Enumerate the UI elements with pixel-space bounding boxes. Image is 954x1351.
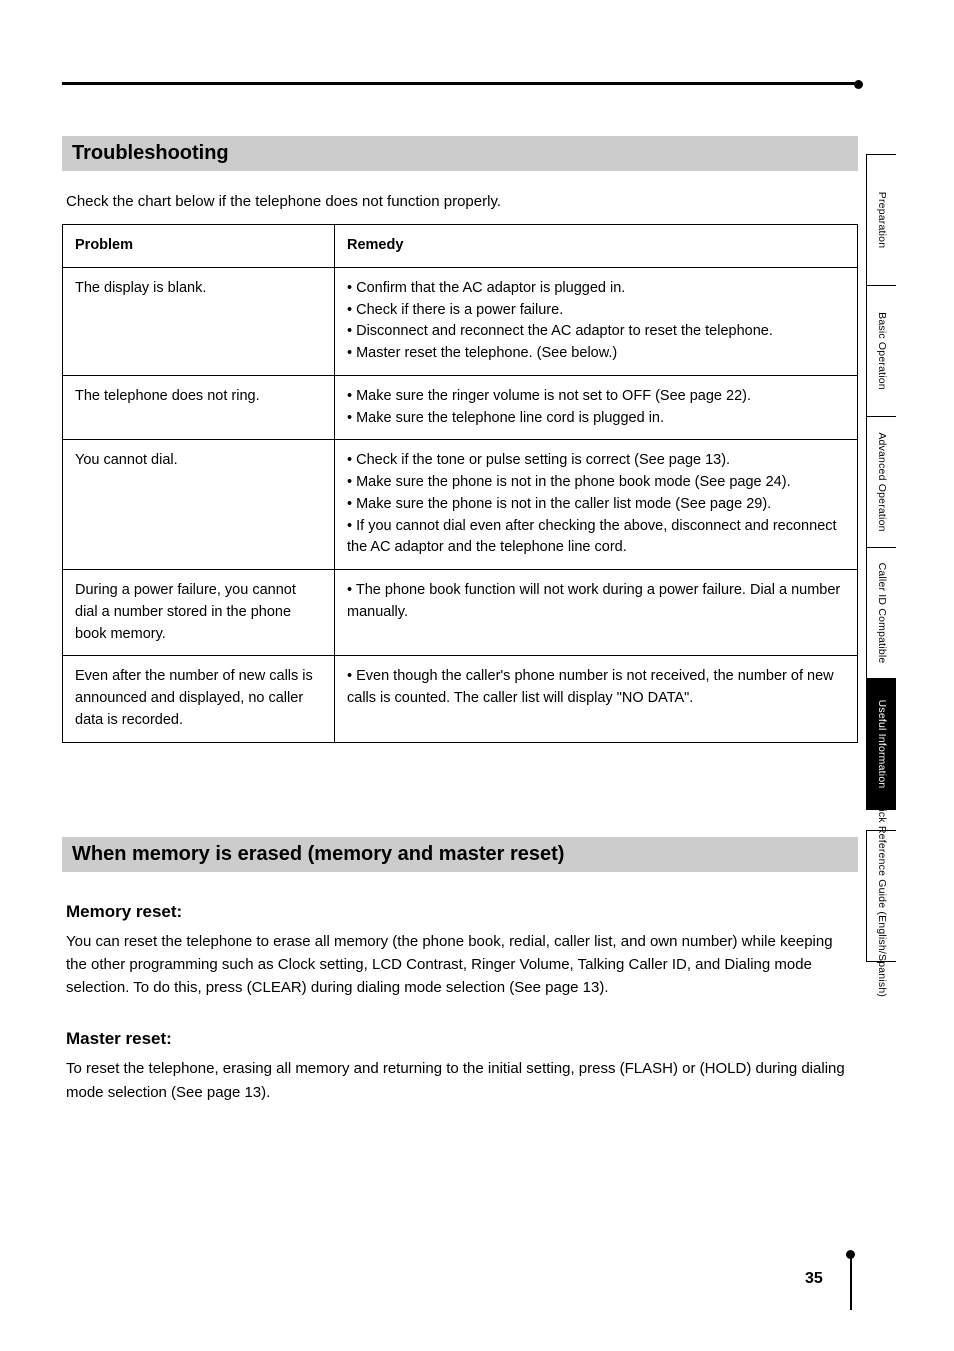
troubleshooting-table: Problem Remedy The display is blank. • Co… xyxy=(62,224,858,743)
header-rule xyxy=(62,78,858,92)
table-row: The display is blank. • Confirm that the … xyxy=(63,267,858,375)
section-title-reset: When memory is erased (memory and master… xyxy=(62,837,858,872)
reset-type-text: To reset the telephone, erasing all memo… xyxy=(66,1057,854,1104)
table-body: The display is blank. • Confirm that the … xyxy=(63,267,858,742)
remedy-cell: • Even though the caller's phone number … xyxy=(335,656,858,742)
remedy-line: • Check if there is a power failure. xyxy=(347,300,845,322)
table-header-remedy: Remedy xyxy=(335,225,858,268)
reset-type-title: Memory reset: xyxy=(66,902,854,922)
side-tab-label: Quick Reference Guide (English/Spanish) xyxy=(876,795,888,997)
remedy-cell: • Confirm that the AC adaptor is plugged… xyxy=(335,267,858,375)
table-row: Even after the number of new calls is an… xyxy=(63,656,858,742)
remedy-cell: • Check if the tone or pulse setting is … xyxy=(335,440,858,570)
table-header-row: Problem Remedy xyxy=(63,225,858,268)
reset-type-text: You can reset the telephone to erase all… xyxy=(66,930,854,1000)
remedy-line: • Disconnect and reconnect the AC adapto… xyxy=(347,321,845,343)
side-tab[interactable]: Quick Reference Guide (English/Spanish) xyxy=(866,830,896,962)
problem-cell: The display is blank. xyxy=(63,267,335,375)
remedy-line: • Make sure the telephone line cord is p… xyxy=(347,408,845,430)
header-rule-dot xyxy=(854,80,863,89)
page-number: 35 xyxy=(805,1270,823,1288)
remedy-line: • Make sure the ringer volume is not set… xyxy=(347,386,845,408)
remedy-line: • Check if the tone or pulse setting is … xyxy=(347,450,845,472)
remedy-line: • The phone book function will not work … xyxy=(347,580,845,624)
reset-types: Memory reset: You can reset the telephone… xyxy=(62,902,858,1104)
table-row: The telephone does not ring. • Make sure … xyxy=(63,375,858,440)
lead-text: Check the chart below if the telephone d… xyxy=(66,191,854,212)
side-tab[interactable]: Useful Information xyxy=(866,678,896,810)
remedy-line: • Even though the caller's phone number … xyxy=(347,666,845,710)
side-tab[interactable]: Caller ID Compatible xyxy=(866,547,896,679)
remedy-line: • If you cannot dial even after checking… xyxy=(347,516,845,560)
footer-stem xyxy=(850,1254,852,1310)
problem-cell: The telephone does not ring. xyxy=(63,375,335,440)
side-tab-label: Caller ID Compatible xyxy=(876,563,888,664)
side-tab-label: Basic Operation xyxy=(876,312,888,390)
section-title-troubleshooting: Troubleshooting xyxy=(62,136,858,171)
reset-type-title: Master reset: xyxy=(66,1029,854,1049)
table-row: During a power failure, you cannot dial … xyxy=(63,570,858,656)
remedy-line: • Make sure the phone is not in the call… xyxy=(347,494,845,516)
side-tab-label: Advanced Operation xyxy=(876,432,888,531)
side-tabs: Preparation Basic Operation Advanced Opera… xyxy=(866,154,896,962)
remedy-line: • Make sure the phone is not in the phon… xyxy=(347,472,845,494)
problem-cell: Even after the number of new calls is an… xyxy=(63,656,335,742)
problem-cell: During a power failure, you cannot dial … xyxy=(63,570,335,656)
side-tab-label: Preparation xyxy=(876,192,888,248)
side-tab[interactable]: Advanced Operation xyxy=(866,416,896,548)
table-row: You cannot dial. • Check if the tone or p… xyxy=(63,440,858,570)
page-content: Troubleshooting Check the chart below if… xyxy=(62,78,858,1104)
remedy-cell: • Make sure the ringer volume is not set… xyxy=(335,375,858,440)
reset-section: When memory is erased (memory and master… xyxy=(62,837,858,1104)
side-tab[interactable]: Preparation xyxy=(866,154,896,286)
table-header-problem: Problem xyxy=(63,225,335,268)
remedy-line: • Confirm that the AC adaptor is plugged… xyxy=(347,278,845,300)
side-tab[interactable]: Basic Operation xyxy=(866,285,896,417)
problem-cell: You cannot dial. xyxy=(63,440,335,570)
remedy-line: • Master reset the telephone. (See below… xyxy=(347,343,845,365)
header-rule-bar xyxy=(62,82,858,85)
side-tab-label: Useful Information xyxy=(876,700,888,789)
remedy-cell: • The phone book function will not work … xyxy=(335,570,858,656)
